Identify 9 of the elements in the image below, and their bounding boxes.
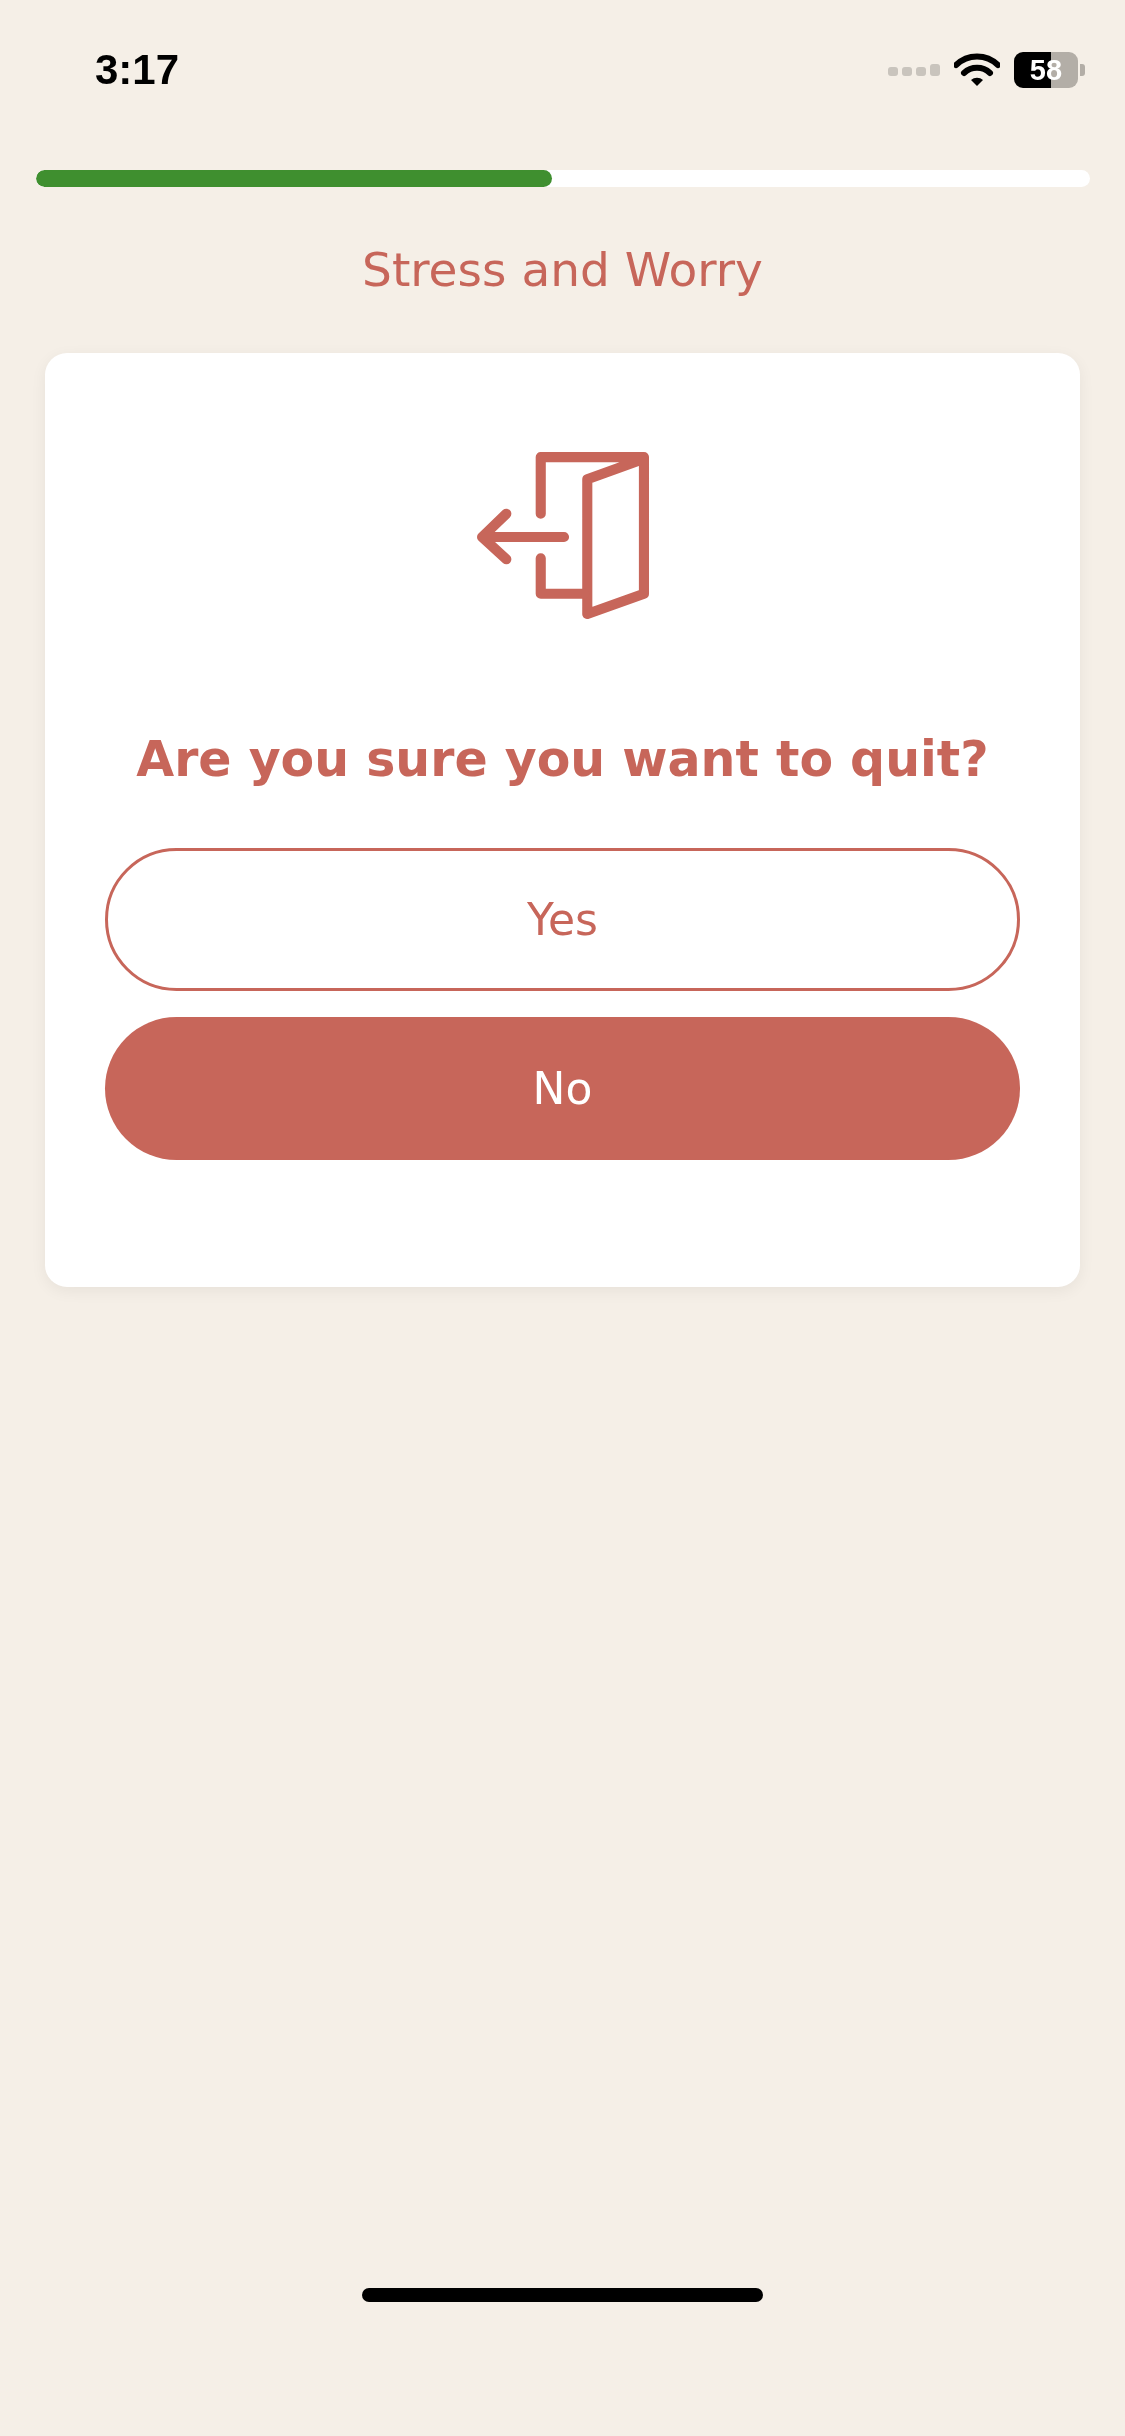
dialog-question: Are you sure you want to quit? bbox=[136, 731, 989, 788]
battery-cap bbox=[1080, 64, 1085, 76]
decline-button[interactable]: No bbox=[105, 1017, 1020, 1160]
status-time: 3:17 bbox=[95, 46, 180, 94]
wifi-icon bbox=[954, 53, 1000, 87]
confirm-button[interactable]: Yes bbox=[105, 848, 1020, 991]
screen-title: Stress and Worry bbox=[362, 242, 763, 297]
exit-door-icon bbox=[474, 449, 651, 619]
signal-icon bbox=[888, 62, 940, 78]
